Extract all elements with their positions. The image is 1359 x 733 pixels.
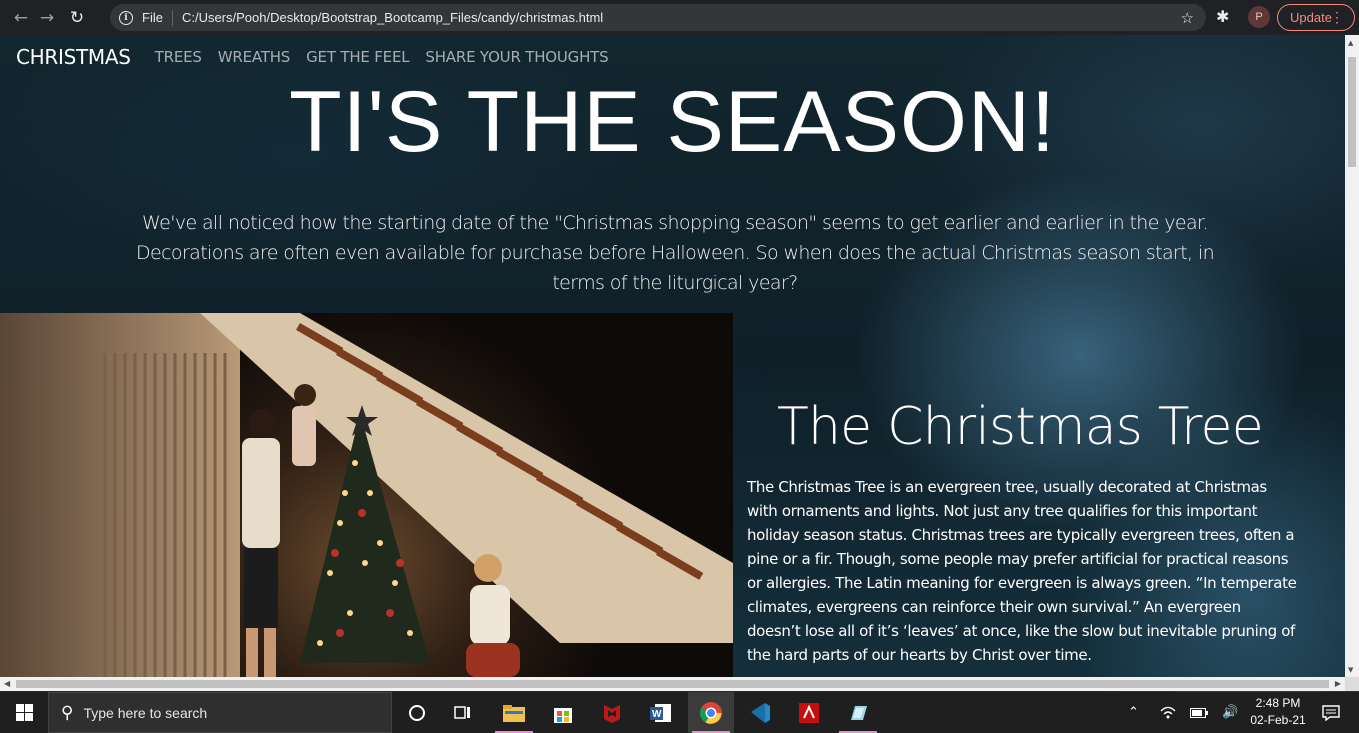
file-explorer-icon[interactable] [491, 692, 537, 733]
hero-title: TI'S THE SEASON! [289, 74, 1056, 170]
acrobat-icon[interactable] [786, 692, 832, 733]
christmas-tree-photo [0, 313, 733, 677]
windows-taskbar: ⚲ Type here to search W ⌃ 🔊 2:48 PM 02-F… [0, 692, 1359, 733]
task-view-icon[interactable] [440, 692, 486, 733]
profile-avatar[interactable]: P [1248, 6, 1270, 28]
nav-link-wreaths[interactable]: WREATHS [218, 48, 291, 66]
cortana-icon[interactable] [394, 692, 440, 733]
section-title: The Christmas Tree [777, 397, 1264, 457]
nav-link-get-the-feel[interactable]: GET THE FEEL [306, 48, 409, 66]
scroll-right-icon[interactable]: ▶ [1335, 679, 1341, 688]
clock-time: 2:48 PM [1255, 696, 1301, 710]
nav-link-share-your-thoughts[interactable]: SHARE YOUR THOUGHTS [425, 48, 608, 66]
taskbar-clock[interactable]: 2:48 PM 02-Feb-21 [1248, 695, 1308, 729]
bookmark-star-icon[interactable]: ☆ [1181, 9, 1194, 27]
volume-icon[interactable]: 🔊 [1222, 692, 1238, 733]
store-icon[interactable] [540, 692, 586, 733]
notifications-icon[interactable] [1322, 692, 1340, 733]
vertical-scroll-thumb[interactable] [1348, 57, 1356, 167]
forward-icon[interactable]: → [34, 5, 60, 31]
url-text[interactable]: C:/Users/Pooh/Desktop/Bootstrap_Bootcamp… [182, 10, 603, 25]
word-icon[interactable]: W [638, 692, 684, 733]
hero-text: We've all noticed how the starting date … [135, 212, 1215, 294]
vscode-icon[interactable] [737, 692, 783, 733]
svg-text:W: W [652, 709, 662, 720]
clock-date: 02-Feb-21 [1250, 713, 1306, 727]
wifi-icon[interactable] [1160, 692, 1176, 733]
back-icon[interactable]: ← [8, 5, 34, 31]
scheme-label: File [142, 10, 163, 25]
scroll-up-icon[interactable]: ▲ [1348, 39, 1353, 47]
nav-link-trees[interactable]: TREES [155, 48, 202, 66]
reload-icon[interactable]: ↻ [64, 5, 90, 31]
update-button[interactable]: Update ⋮ [1277, 4, 1355, 31]
show-hidden-icons-icon[interactable]: ⌃ [1128, 692, 1139, 733]
horizontal-scroll-thumb[interactable] [16, 680, 1329, 688]
browser-toolbar: ← → ↻ i File C:/Users/Pooh/Desktop/Boots… [0, 0, 1359, 35]
scroll-down-icon[interactable]: ▼ [1348, 666, 1353, 674]
menu-dots-icon[interactable]: ⋮ [1330, 9, 1344, 26]
scrollbar-corner [1345, 677, 1359, 691]
update-label: Update [1290, 10, 1332, 25]
search-icon: ⚲ [61, 702, 74, 723]
info-icon[interactable]: i [119, 10, 133, 25]
horizontal-scrollbar[interactable]: ◀ ▶ [0, 677, 1345, 691]
section-text: The Christmas Tree is an evergreen tree,… [747, 478, 1297, 664]
app-icon[interactable] [835, 692, 881, 733]
scroll-left-icon[interactable]: ◀ [4, 679, 10, 688]
chrome-icon[interactable] [688, 692, 734, 733]
windows-start-icon[interactable] [0, 692, 48, 733]
navbar-brand[interactable]: CHRISTMAS [16, 45, 131, 69]
vertical-scrollbar[interactable]: ▲ ▼ [1345, 35, 1359, 678]
address-bar[interactable]: i File C:/Users/Pooh/Desktop/Bootstrap_B… [110, 4, 1206, 31]
address-divider [171, 9, 173, 26]
extensions-icon[interactable]: ✱ [1216, 7, 1229, 26]
search-placeholder: Type here to search [83, 704, 208, 721]
page-viewport: CHRISTMAS TREES WREATHS GET THE FEEL SHA… [0, 35, 1359, 692]
battery-icon[interactable] [1190, 692, 1208, 733]
mcafee-icon[interactable] [589, 692, 635, 733]
taskbar-search[interactable]: ⚲ Type here to search [48, 692, 392, 733]
